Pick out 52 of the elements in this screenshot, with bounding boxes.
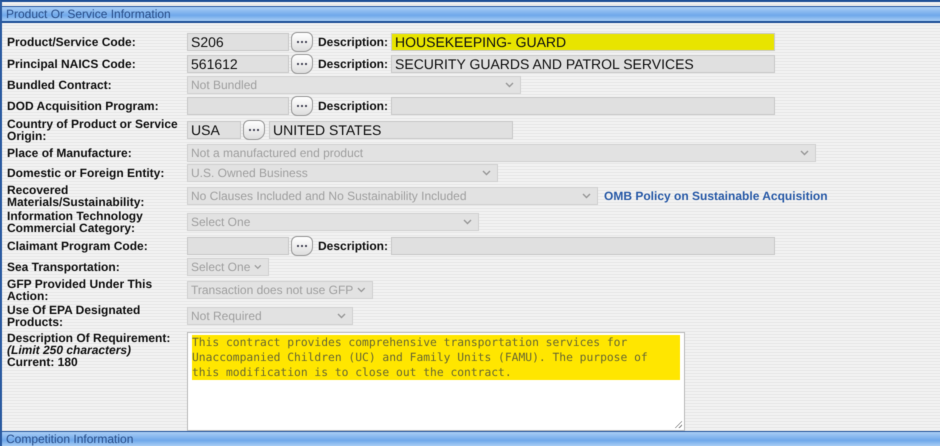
lookup-button[interactable] [291, 96, 313, 116]
character-count: Current: 180 [7, 356, 78, 368]
field-label: Sea Transportation: [7, 261, 121, 273]
field-label: Principal NAICS Code: [7, 58, 137, 70]
description-field[interactable] [391, 97, 776, 115]
chevron-down-icon [582, 193, 591, 199]
chevron-down-icon [482, 170, 491, 176]
section-title: Product Or Service Information [6, 7, 171, 21]
code-field[interactable] [187, 97, 289, 115]
chevron-down-icon [505, 82, 514, 88]
chevron-down-icon [357, 287, 366, 293]
field-label: Claimant Program Code: [7, 240, 149, 252]
text-area[interactable]: This contract provides comprehensive transportation services for Unaccompanied Children (UC) and Family Units (FAMU). The purpose of this modification is to close out the contract. [187, 332, 685, 431]
chevron-down-icon [463, 219, 472, 225]
chevron-down-icon [337, 313, 346, 319]
ellipsis-icon [296, 244, 308, 248]
code-field[interactable]: 561612 [187, 55, 289, 73]
ellipsis-icon [296, 104, 308, 108]
chevron-down-icon [800, 150, 809, 156]
field-label: Domestic or Foreign Entity: [7, 167, 166, 179]
ellipsis-icon [296, 40, 308, 44]
lookup-button[interactable] [291, 32, 313, 52]
field-label: Place of Manufacture: [7, 147, 133, 159]
field-label: Use Of EPA Designated Products: [7, 304, 142, 328]
description-label: Description: [318, 99, 388, 113]
code-field[interactable] [187, 237, 289, 255]
character-limit-note: (Limit 250 characters) [7, 344, 132, 356]
field-label: Information Technology Commercial Category: [7, 210, 144, 234]
field-label: DOD Acquisition Program: [7, 100, 160, 112]
field-label: Country of Product or Service Origin: [7, 118, 179, 142]
description-field[interactable] [391, 237, 776, 255]
ellipsis-icon [296, 62, 308, 66]
field-label: GFP Provided Under This Action: [7, 278, 154, 302]
code-field[interactable]: S206 [187, 33, 289, 51]
country-field[interactable]: UNITED STATES [269, 121, 513, 139]
field-label: Description Of Requirement: [7, 332, 172, 344]
description-label: Description: [318, 35, 388, 49]
description-field[interactable]: SECURITY GUARDS AND PATROL SERVICES [391, 55, 776, 73]
description-label: Description: [318, 239, 388, 253]
requirement-text: This contract provides comprehensive transportation services for Unaccompanied Children (UC) and Family Units (FAMU). The purpose of this modification is to close out the contract. [192, 335, 680, 380]
ellipsis-icon [248, 128, 260, 132]
field-label: Bundled Contract: [7, 79, 113, 91]
lookup-button[interactable] [291, 236, 313, 256]
field-label: Product/Service Code: [7, 36, 137, 48]
lookup-button[interactable] [291, 54, 313, 74]
lookup-button[interactable] [243, 120, 265, 140]
field-label: Recovered Materials/Sustainability: [7, 184, 146, 208]
description-label: Description: [318, 57, 388, 71]
description-field[interactable]: HOUSEKEEPING- GUARD [391, 33, 776, 51]
section-title: Competition Information [6, 432, 134, 446]
chevron-down-icon [254, 264, 262, 270]
code-field[interactable]: USA [187, 121, 241, 139]
